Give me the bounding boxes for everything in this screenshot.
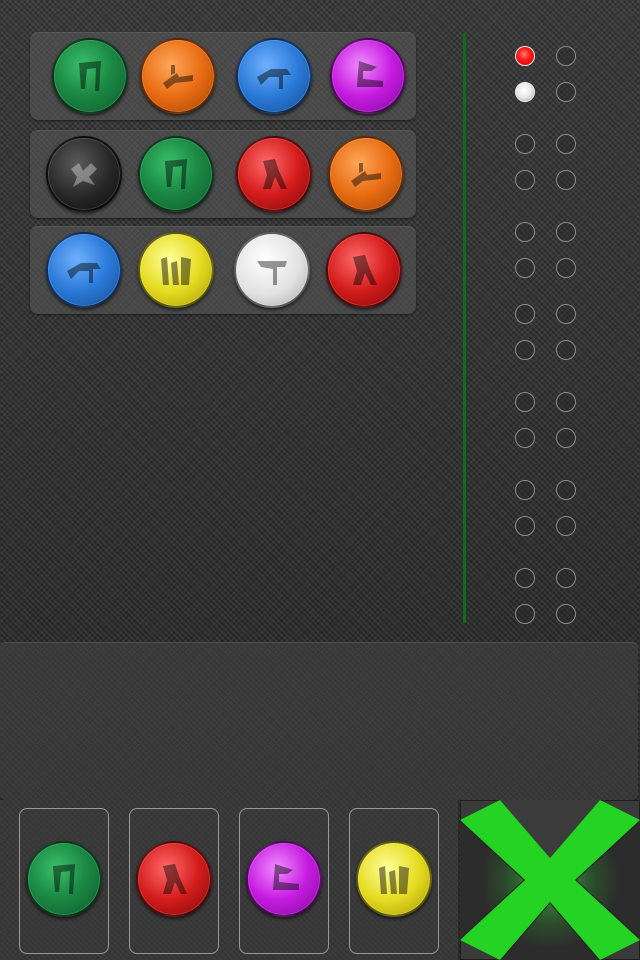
feedback-peg-empty <box>515 170 535 190</box>
selection-slot[interactable] <box>129 808 219 954</box>
feedback-peg-empty <box>515 222 535 242</box>
feedback-peg-empty <box>556 222 576 242</box>
blue-ball <box>46 232 122 308</box>
glyph-green-icon <box>165 159 187 189</box>
black-ball <box>46 136 122 212</box>
feedback-peg-empty <box>515 258 535 278</box>
orange-ball <box>140 38 216 114</box>
glyph-orange-icon <box>163 65 193 89</box>
feedback-peg-empty <box>556 480 576 500</box>
guess-row <box>30 130 416 218</box>
feedback-peg-empty <box>515 392 535 412</box>
purple-ball <box>330 38 406 114</box>
feedback-peg-empty <box>556 428 576 448</box>
feedback-peg-empty <box>556 392 576 412</box>
glyph-yellow-icon <box>379 866 409 894</box>
feedback-peg-empty <box>515 480 535 500</box>
feedback-peg-empty <box>515 428 535 448</box>
feedback-peg-empty <box>556 170 576 190</box>
glyph-orange-icon <box>351 163 381 187</box>
feedback-peg-empty <box>556 46 576 66</box>
selection-slot[interactable] <box>239 808 329 954</box>
feedback-peg-empty <box>556 304 576 324</box>
yellow-ball <box>138 232 214 308</box>
glyph-purple-icon <box>357 61 383 87</box>
feedback-peg-red <box>515 46 535 66</box>
glyph-blue-icon <box>67 263 101 283</box>
feedback-peg-empty <box>556 134 576 154</box>
blue-ball <box>236 38 312 114</box>
guess-row <box>30 32 416 120</box>
feedback-peg-empty <box>515 134 535 154</box>
glyph-blue-icon <box>257 69 291 89</box>
glyph-white-icon <box>257 261 287 285</box>
green-ball <box>52 38 128 114</box>
feedback-peg-empty <box>515 304 535 324</box>
red-ball <box>236 136 312 212</box>
glyph-purple-icon <box>273 864 299 890</box>
purple-ball[interactable] <box>246 841 322 917</box>
selection-slot[interactable] <box>349 808 439 954</box>
selection-slot[interactable] <box>19 808 109 954</box>
clear-x-icon <box>460 800 640 960</box>
feedback-peg-empty <box>515 516 535 536</box>
green-ball[interactable] <box>26 841 102 917</box>
glyph-red-icon <box>163 864 187 894</box>
message-panel <box>0 642 638 800</box>
feedback-peg-empty <box>556 258 576 278</box>
clear-button[interactable] <box>460 800 640 960</box>
board-divider <box>463 33 466 623</box>
feedback-peg-empty <box>515 340 535 360</box>
glyph-red-icon <box>263 159 287 189</box>
green-ball <box>138 136 214 212</box>
feedback-peg-empty <box>556 82 576 102</box>
white-ball <box>234 232 310 308</box>
red-ball[interactable] <box>136 841 212 917</box>
glyph-red-icon <box>353 255 377 285</box>
orange-ball <box>328 136 404 212</box>
feedback-peg-empty <box>556 340 576 360</box>
yellow-ball[interactable] <box>356 841 432 917</box>
glyph-yellow-icon <box>161 257 191 285</box>
glyph-black-icon <box>71 163 97 187</box>
glyph-green-icon <box>53 864 75 894</box>
feedback-peg-white <box>515 82 535 102</box>
feedback-peg-empty <box>556 568 576 588</box>
feedback-peg-empty <box>556 604 576 624</box>
feedback-peg-empty <box>515 604 535 624</box>
feedback-peg-empty <box>515 568 535 588</box>
guess-row <box>30 226 416 314</box>
glyph-green-icon <box>79 61 101 91</box>
feedback-peg-empty <box>556 516 576 536</box>
red-ball <box>326 232 402 308</box>
